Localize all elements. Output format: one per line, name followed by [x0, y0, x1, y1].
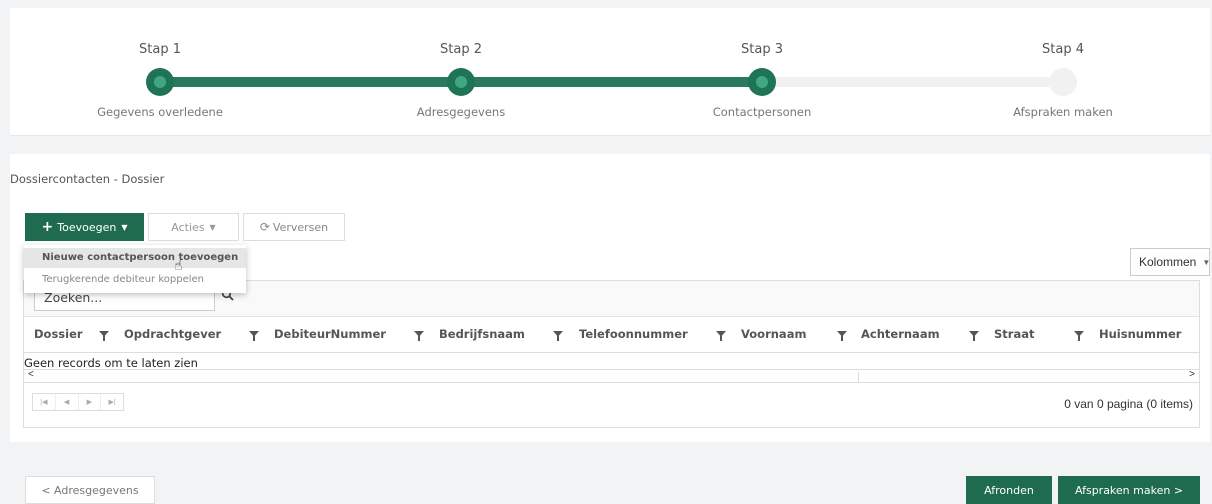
- step-title: Stap 2: [440, 42, 482, 57]
- step-label: Afspraken maken: [1013, 105, 1113, 119]
- filter-icon[interactable]: [414, 331, 424, 341]
- menu-item-link-debtor[interactable]: Terugkerende debiteur koppelen: [24, 270, 246, 290]
- pager-controls: |◀ ◀ ▶ ▶|: [32, 393, 124, 411]
- plus-icon: +: [41, 219, 54, 235]
- caret-down-icon: ▼: [1202, 257, 1211, 267]
- scroll-right-icon[interactable]: >: [1189, 369, 1195, 380]
- column-header-debiteurnummer[interactable]: DebiteurNummer: [274, 327, 386, 341]
- refresh-button-label: Verversen: [272, 220, 329, 234]
- step-dot: [447, 68, 475, 96]
- column-header-telefoonnummer[interactable]: Telefoonnummer: [579, 327, 688, 341]
- prev-page-icon[interactable]: ◀: [56, 394, 79, 410]
- step-title: Stap 4: [1042, 42, 1084, 57]
- wizard-step-1[interactable]: Stap 1 Gegevens overledene: [40, 8, 280, 136]
- empty-message: Geen records om te laten zien: [24, 356, 198, 370]
- menu-item-new-contact[interactable]: Nieuwe contactpersoon toevoegen ☝: [24, 248, 246, 274]
- columns-button-label: Kolommen: [1139, 255, 1197, 269]
- actions-button-label: Acties: [171, 220, 205, 234]
- scroll-left-icon[interactable]: <: [28, 369, 34, 380]
- add-button[interactable]: + Toevoegen ▼: [25, 213, 144, 241]
- step-dot: [748, 68, 776, 96]
- step-label: Contactpersonen: [712, 105, 812, 119]
- wizard-step-2[interactable]: Stap 2 Adresgegevens: [341, 8, 581, 136]
- menu-item-label: Terugkerende debiteur koppelen: [42, 274, 205, 285]
- next-button[interactable]: Afspraken maken >: [1058, 476, 1200, 504]
- add-button-label: Toevoegen: [57, 220, 117, 234]
- filter-icon[interactable]: [249, 331, 259, 341]
- wizard-step-3[interactable]: Stap 3 Contactpersonen: [642, 8, 882, 136]
- filter-icon[interactable]: [837, 331, 847, 341]
- column-header-opdrachtgever[interactable]: Opdrachtgever: [124, 327, 221, 341]
- pager-info: 0 van 0 pagina (0 items): [1064, 397, 1193, 411]
- panel-title: Dossiercontacten - Dossier: [10, 172, 165, 186]
- actions-button[interactable]: Acties ▼: [148, 213, 239, 241]
- finish-button[interactable]: Afronden: [966, 476, 1052, 504]
- filter-icon[interactable]: [969, 331, 979, 341]
- scrollbar-thumb[interactable]: [36, 372, 859, 382]
- first-page-icon[interactable]: |◀: [33, 394, 56, 410]
- menu-item-label: Nieuwe contactpersoon toevoegen: [42, 252, 239, 263]
- contacts-grid: Zoeken... Dossier Opdrachtgever Debiteur…: [23, 280, 1200, 428]
- filter-icon[interactable]: [553, 331, 563, 341]
- filter-icon[interactable]: [716, 331, 726, 341]
- last-page-icon[interactable]: ▶|: [101, 394, 123, 410]
- refresh-button[interactable]: ⟳ Verversen: [243, 213, 345, 241]
- caret-down-icon: ▼: [121, 222, 128, 232]
- horizontal-scrollbar[interactable]: < >: [24, 369, 1199, 383]
- column-header-voornaam[interactable]: Voornaam: [741, 327, 806, 341]
- next-page-icon[interactable]: ▶: [79, 394, 102, 410]
- caret-down-icon: ▼: [209, 222, 216, 232]
- refresh-icon: ⟳: [259, 220, 270, 234]
- column-header-straat[interactable]: Straat: [994, 327, 1034, 341]
- column-header-dossier[interactable]: Dossier: [34, 327, 83, 341]
- step-dot: [1049, 68, 1077, 96]
- column-header-achternaam[interactable]: Achternaam: [861, 327, 940, 341]
- add-dropdown-menu: Nieuwe contactpersoon toevoegen ☝ Terugk…: [24, 245, 246, 293]
- columns-button[interactable]: Kolommen ▼: [1130, 248, 1210, 276]
- grid-header-row: Dossier Opdrachtgever DebiteurNummer Bed…: [24, 317, 1199, 353]
- wizard-progress: Stap 1 Gegevens overledene Stap 2 Adresg…: [10, 8, 1210, 136]
- contacts-panel: Dossiercontacten - Dossier + Toevoegen ▼…: [10, 154, 1210, 442]
- step-title: Stap 1: [139, 42, 181, 57]
- step-dot: [146, 68, 174, 96]
- wizard-step-4[interactable]: Stap 4 Afspraken maken: [943, 8, 1183, 136]
- step-title: Stap 3: [741, 42, 783, 57]
- column-header-bedrijfsnaam[interactable]: Bedrijfsnaam: [439, 327, 525, 341]
- filter-icon[interactable]: [1074, 331, 1084, 341]
- column-header-huisnummer[interactable]: Huisnummer: [1099, 327, 1181, 341]
- step-label: Adresgegevens: [416, 105, 506, 119]
- filter-icon[interactable]: [99, 331, 109, 341]
- step-label: Gegevens overledene: [97, 105, 223, 119]
- back-button[interactable]: < Adresgegevens: [25, 476, 155, 504]
